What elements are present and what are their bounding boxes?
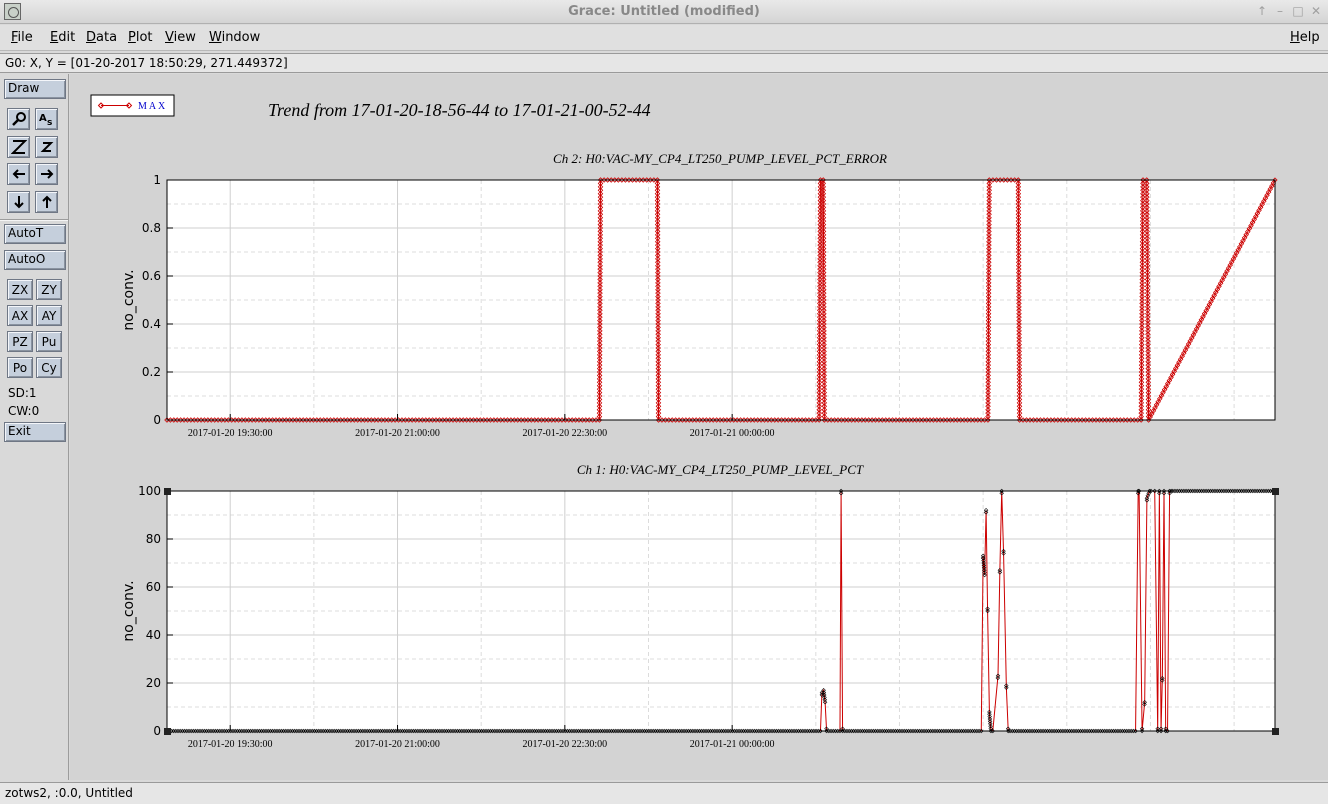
zx-button[interactable]: ZX <box>7 279 33 300</box>
y-tick-label: 0 <box>153 724 161 738</box>
menu-data[interactable]: Data <box>86 30 117 45</box>
y-tick-label: 0 <box>153 413 161 427</box>
y-tick-label: 0.6 <box>142 269 161 283</box>
zoom-z-icon[interactable] <box>7 136 30 158</box>
x-tick-label: 2017-01-20 21:00:00 <box>355 428 440 439</box>
magnifier-icon[interactable] <box>7 108 30 130</box>
plot-canvas[interactable]: M A X Trend from 17-01-20-18-56-44 to 17… <box>70 74 1328 780</box>
zoom-z-small-icon[interactable] <box>35 136 58 158</box>
window-titlebar: Grace: Untitled (modified) ↑ – □ ✕ <box>0 0 1328 24</box>
y-tick-label: 80 <box>146 532 161 546</box>
menubar: File Edit Data Plot View Window Help <box>0 25 1328 51</box>
chart2-title: Ch 1: H0:VAC-MY_CP4_LT250_PUMP_LEVEL_PCT <box>577 462 864 477</box>
pu-button[interactable]: Pu <box>36 331 62 352</box>
x-tick-label: 2017-01-20 21:00:00 <box>355 739 440 750</box>
y-tick-label: 60 <box>146 580 161 594</box>
chart2-ylabel: no_conv. <box>121 580 137 641</box>
selection-handle-br[interactable] <box>1272 728 1279 735</box>
menu-window[interactable]: Window <box>209 30 260 45</box>
close-icon[interactable]: ✕ <box>1310 4 1322 18</box>
selection-handle-tr[interactable] <box>1272 488 1279 495</box>
menu-view[interactable]: View <box>165 30 196 45</box>
menu-file[interactable]: File <box>11 30 33 45</box>
toolbox-separator <box>0 219 68 221</box>
minimize-icon[interactable]: – <box>1274 4 1286 18</box>
window-controls: ↑ – □ ✕ <box>1256 4 1322 18</box>
autoo-button[interactable]: AutoO <box>4 250 66 270</box>
exit-button[interactable]: Exit <box>4 422 66 442</box>
x-tick-label: 2017-01-21 00:00:00 <box>690 428 775 439</box>
svg-text:s: s <box>47 118 52 127</box>
legend-label: M A X <box>138 101 166 112</box>
cw-indicator: CW:0 <box>8 404 40 418</box>
text-tool-icon[interactable]: As <box>35 108 58 130</box>
arrow-down-icon[interactable] <box>7 191 30 213</box>
chart1-title: Ch 2: H0:VAC-MY_CP4_LT250_PUMP_LEVEL_PCT… <box>553 151 887 166</box>
ax-button[interactable]: AX <box>7 305 33 326</box>
x-tick-label: 2017-01-20 19:30:00 <box>188 428 273 439</box>
cy-button[interactable]: Cy <box>36 357 62 378</box>
status-bar: zotws2, :0.0, Untitled <box>0 782 1328 804</box>
arrow-up-icon[interactable] <box>35 191 58 213</box>
autot-button[interactable]: AutoT <box>4 224 66 244</box>
maximize-up-icon[interactable]: ↑ <box>1256 4 1268 18</box>
selection-handle-bl[interactable] <box>164 728 171 735</box>
sd-indicator: SD:1 <box>8 386 37 400</box>
y-tick-label: 0.4 <box>142 317 161 331</box>
menu-edit[interactable]: Edit <box>50 30 75 45</box>
menu-plot[interactable]: Plot <box>128 30 153 45</box>
graph-title: Trend from 17-01-20-18-56-44 to 17-01-21… <box>268 100 651 120</box>
arrow-left-icon[interactable] <box>7 163 30 185</box>
x-tick-label: 2017-01-20 19:30:00 <box>188 739 273 750</box>
y-tick-label: 20 <box>146 676 161 690</box>
y-tick-label: 100 <box>138 484 161 498</box>
maximize-icon[interactable]: □ <box>1292 4 1304 18</box>
y-tick-label: 0.8 <box>142 221 161 235</box>
y-tick-label: 0.2 <box>142 365 161 379</box>
x-tick-label: 2017-01-20 22:30:00 <box>522 428 607 439</box>
draw-button[interactable]: Draw <box>4 79 66 99</box>
selection-handle-tl[interactable] <box>164 488 171 495</box>
menu-help[interactable]: Help <box>1290 30 1320 45</box>
y-tick-label: 40 <box>146 628 161 642</box>
x-tick-label: 2017-01-21 00:00:00 <box>690 739 775 750</box>
plot-svg: M A X Trend from 17-01-20-18-56-44 to 17… <box>90 94 1279 750</box>
locator-bar: G0: X, Y = [01-20-2017 18:50:29, 271.449… <box>0 53 1328 73</box>
po-button[interactable]: Po <box>7 357 33 378</box>
window-title: Grace: Untitled (modified) <box>568 4 760 19</box>
chart1-ylabel: no_conv. <box>121 269 137 330</box>
x-tick-label: 2017-01-20 22:30:00 <box>522 739 607 750</box>
zy-button[interactable]: ZY <box>36 279 62 300</box>
y-tick-label: 1 <box>153 173 161 187</box>
ay-button[interactable]: AY <box>36 305 62 326</box>
toolbox-panel: Draw As AutoT AutoO ZX ZY AX AY PZ Pu Po… <box>0 74 69 780</box>
arrow-right-icon[interactable] <box>35 163 58 185</box>
pz-button[interactable]: PZ <box>7 331 33 352</box>
svg-text:A: A <box>39 113 47 124</box>
